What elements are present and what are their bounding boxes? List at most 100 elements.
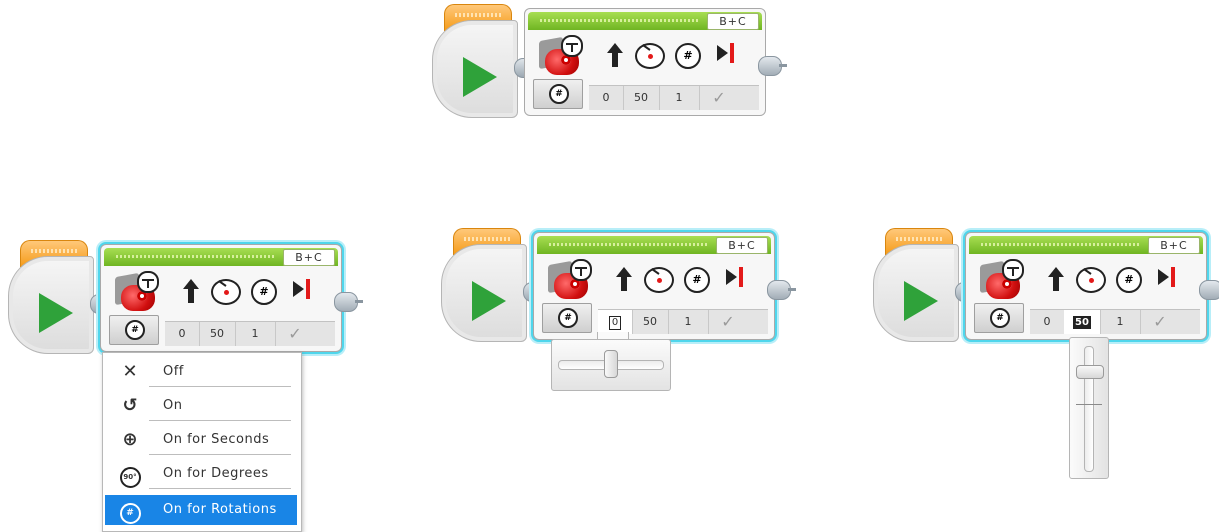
start-block[interactable] xyxy=(441,244,527,342)
output-plug xyxy=(767,280,796,300)
x-icon: ✕ xyxy=(122,361,138,382)
brake-at-end-value[interactable]: ✓ xyxy=(1140,310,1180,334)
menu-item-label: On xyxy=(163,398,183,413)
steering-wheel-icon xyxy=(570,259,592,281)
move-steering-block[interactable]: B+C # # 0 50 1 ✓ xyxy=(524,8,766,116)
output-plug xyxy=(334,292,363,312)
steering-value[interactable]: 0 xyxy=(165,322,200,346)
steering-arrow-icon xyxy=(1044,267,1068,291)
output-plug xyxy=(758,56,787,76)
menu-item-label: On for Degrees xyxy=(163,466,269,481)
rotations-value[interactable]: 1 xyxy=(659,86,700,110)
rotations-mode-icon: # xyxy=(125,320,145,340)
start-block[interactable] xyxy=(8,256,94,354)
steering-slider[interactable] xyxy=(551,339,671,391)
slider-thumb[interactable] xyxy=(604,350,618,378)
port-selector[interactable]: B+C xyxy=(716,237,768,254)
rotations-value[interactable]: 1 xyxy=(1100,310,1141,334)
steering-wheel-icon xyxy=(137,271,159,293)
parameter-values: 0 50 1 ✓ xyxy=(589,85,759,110)
move-steering-block[interactable]: B+C # # 0 50 1 ✓ xyxy=(965,232,1207,340)
brake-icon xyxy=(293,279,313,299)
port-selector[interactable]: B+C xyxy=(707,13,759,30)
rotations-icon: # xyxy=(675,43,701,69)
rotations-icon: # xyxy=(251,279,277,305)
block-header[interactable]: B+C xyxy=(969,236,1203,254)
block-header[interactable]: B+C xyxy=(104,248,338,266)
menu-item-on-for-degrees[interactable]: 90° On for Degrees xyxy=(105,459,297,489)
output-plug xyxy=(1199,280,1219,300)
port-selector[interactable]: B+C xyxy=(283,249,335,266)
steering-value[interactable]: 0 xyxy=(1030,310,1065,334)
steering-value[interactable]: 0 xyxy=(598,310,633,334)
program-mode-menu: B+C # # 0 50 1 ✓ xyxy=(8,240,363,360)
mode-menu: ✕ Off ↺ On ⊕ On for Seconds 90° On for D… xyxy=(102,352,302,532)
slider-zero-tick xyxy=(1076,404,1102,405)
start-block[interactable] xyxy=(873,244,959,342)
power-value[interactable]: 50 xyxy=(199,322,236,346)
brake-at-end-value[interactable]: ✓ xyxy=(275,322,315,346)
power-gauge-icon xyxy=(211,279,241,305)
steering-motor-icon xyxy=(539,35,585,81)
port-selector[interactable]: B+C xyxy=(1148,237,1200,254)
mode-selector-button[interactable]: # xyxy=(533,79,583,109)
power-value[interactable]: 50 xyxy=(1064,310,1101,334)
move-steering-block[interactable]: B+C # # 0 50 1 ✓ xyxy=(100,244,342,352)
mode-selector-button[interactable]: # xyxy=(542,303,592,333)
block-header[interactable]: B+C xyxy=(528,12,762,30)
steering-wheel-icon xyxy=(1002,259,1024,281)
brake-icon xyxy=(1158,267,1178,287)
brake-icon xyxy=(717,43,737,63)
menu-item-label: Off xyxy=(163,364,184,379)
brake-at-end-value[interactable]: ✓ xyxy=(708,310,748,334)
program-top: B+C # # 0 50 1 ✓ xyxy=(432,4,787,124)
program-steering-slider: B+C # # 0 50 1 ✓ xyxy=(441,228,796,348)
power-gauge-icon xyxy=(635,43,665,69)
power-gauge-icon xyxy=(644,267,674,293)
power-value-editing[interactable]: 50 xyxy=(1073,316,1091,329)
slider-thumb[interactable] xyxy=(1076,365,1104,379)
rotations-icon: # xyxy=(119,499,141,524)
timer-icon: ⊕ xyxy=(122,429,138,450)
steering-arrow-icon xyxy=(612,267,636,291)
steering-motor-icon xyxy=(115,271,161,317)
steering-arrow-icon xyxy=(603,43,627,67)
steering-arrow-icon xyxy=(179,279,203,303)
steering-value[interactable]: 0 xyxy=(589,86,624,110)
menu-item-off[interactable]: ✕ Off xyxy=(105,357,297,387)
parameter-values: 0 50 1 ✓ xyxy=(598,309,768,334)
rotations-icon: # xyxy=(684,267,710,293)
rotations-mode-icon: # xyxy=(990,308,1010,328)
menu-item-on-for-rotations[interactable]: # On for Rotations xyxy=(105,495,297,525)
brake-icon xyxy=(726,267,746,287)
play-icon xyxy=(904,281,938,321)
rotate-icon: ↺ xyxy=(122,395,138,416)
rotations-value[interactable]: 1 xyxy=(668,310,709,334)
steering-motor-icon xyxy=(980,259,1026,305)
power-gauge-icon xyxy=(1076,267,1106,293)
play-icon xyxy=(39,293,73,333)
rotations-value[interactable]: 1 xyxy=(235,322,276,346)
mode-selector-button[interactable]: # xyxy=(109,315,159,345)
menu-item-label: On for Seconds xyxy=(163,432,270,447)
start-block[interactable] xyxy=(432,20,518,118)
steering-motor-icon xyxy=(548,259,594,305)
menu-item-on[interactable]: ↺ On xyxy=(105,391,297,421)
degrees-icon: 90° xyxy=(119,463,141,488)
menu-item-on-for-seconds[interactable]: ⊕ On for Seconds xyxy=(105,425,297,455)
steering-wheel-icon xyxy=(561,35,583,57)
power-value[interactable]: 50 xyxy=(632,310,669,334)
play-icon xyxy=(463,57,497,97)
program-power-slider: B+C # # 0 50 1 ✓ xyxy=(873,228,1219,348)
menu-item-label: On for Rotations xyxy=(163,502,277,517)
parameter-values: 0 50 1 ✓ xyxy=(165,321,335,346)
rotations-icon: # xyxy=(1116,267,1142,293)
play-icon xyxy=(472,281,506,321)
power-slider[interactable] xyxy=(1069,337,1109,479)
mode-selector-button[interactable]: # xyxy=(974,303,1024,333)
brake-at-end-value[interactable]: ✓ xyxy=(699,86,739,110)
move-steering-block[interactable]: B+C # # 0 50 1 ✓ xyxy=(533,232,775,340)
steering-value-editing[interactable]: 0 xyxy=(608,316,622,330)
power-value[interactable]: 50 xyxy=(623,86,660,110)
block-header[interactable]: B+C xyxy=(537,236,771,254)
